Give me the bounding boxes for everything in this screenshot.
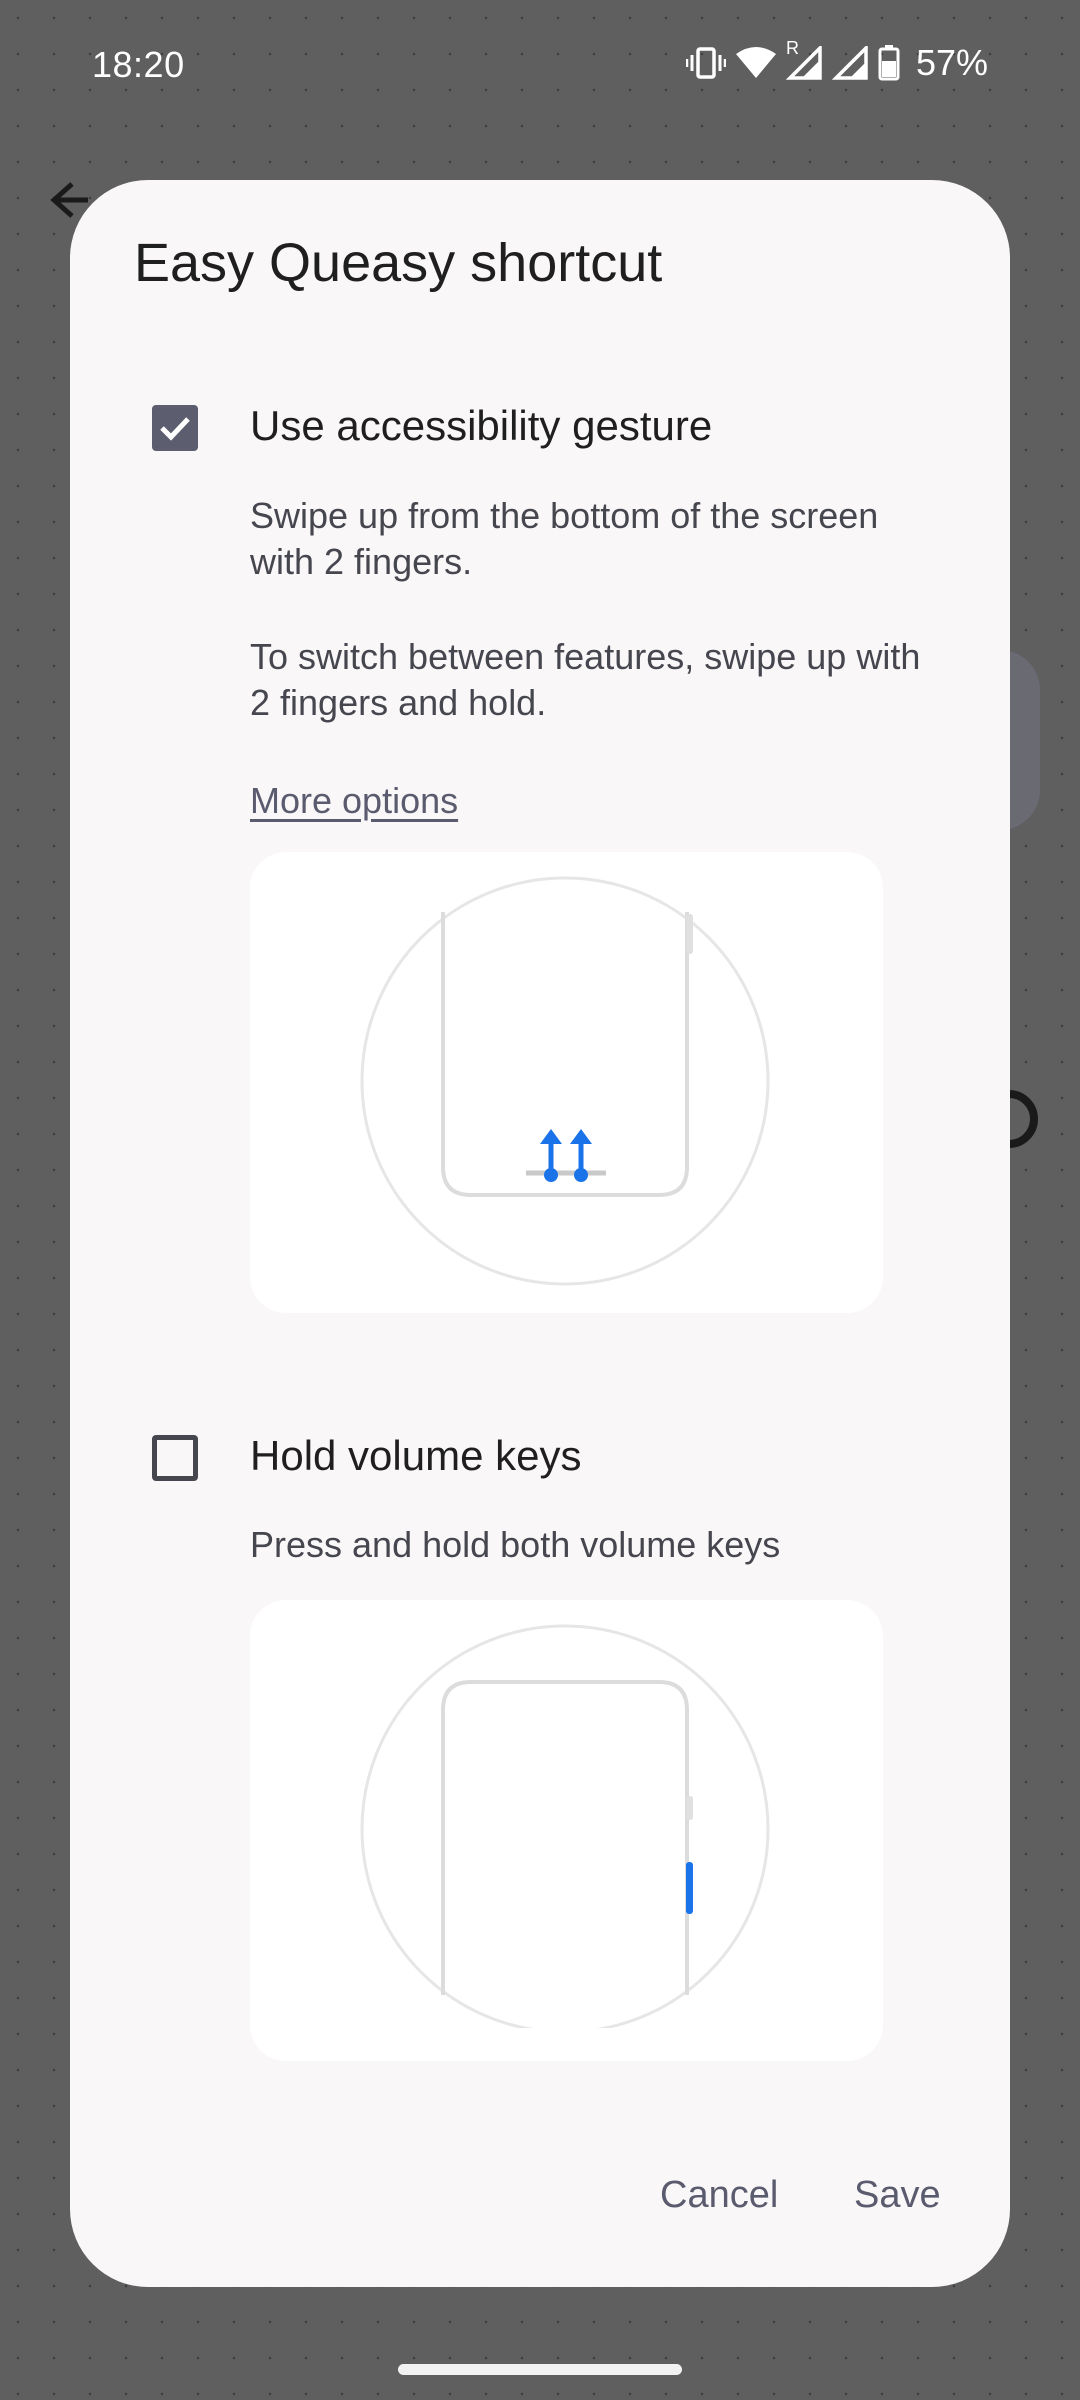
accessibility-gesture-label[interactable]: Use accessibility gesture bbox=[250, 402, 712, 450]
signal-icon bbox=[831, 46, 868, 80]
hold-volume-keys-checkbox[interactable] bbox=[152, 1435, 198, 1481]
vibrate-icon bbox=[685, 45, 726, 81]
status-icons: R 57% bbox=[685, 38, 988, 84]
accessibility-gesture-hint: To switch between features, swipe up wit… bbox=[250, 636, 921, 723]
volume-keys-illustration bbox=[250, 1600, 883, 2061]
checkmark-icon bbox=[160, 417, 190, 441]
accessibility-gesture-description: Swipe up from the bottom of the screen w… bbox=[250, 495, 879, 582]
cancel-button[interactable]: Cancel bbox=[660, 2174, 778, 2217]
two-finger-swipe-illustration bbox=[250, 852, 883, 1313]
hold-volume-keys-description: Press and hold both volume keys bbox=[250, 1524, 781, 1565]
status-time: 18:20 bbox=[92, 44, 185, 85]
battery-icon bbox=[878, 45, 900, 81]
more-options-link[interactable]: More options bbox=[250, 780, 458, 822]
accessibility-gesture-checkbox[interactable] bbox=[152, 405, 198, 451]
home-indicator[interactable] bbox=[398, 2364, 682, 2375]
battery-percentage: 57% bbox=[915, 42, 988, 83]
dialog-title: Easy Queasy shortcut bbox=[134, 233, 663, 293]
shortcut-dialog: Easy Queasy shortcut Use accessibility g… bbox=[70, 180, 1010, 2287]
signal-roaming-icon: R bbox=[785, 38, 822, 80]
hold-volume-keys-label[interactable]: Hold volume keys bbox=[250, 1432, 581, 1480]
save-button[interactable]: Save bbox=[854, 2174, 941, 2217]
roaming-indicator: R bbox=[785, 38, 799, 58]
status-bar: 18:20 R 57% bbox=[0, 0, 1080, 130]
wifi-icon bbox=[735, 46, 776, 80]
